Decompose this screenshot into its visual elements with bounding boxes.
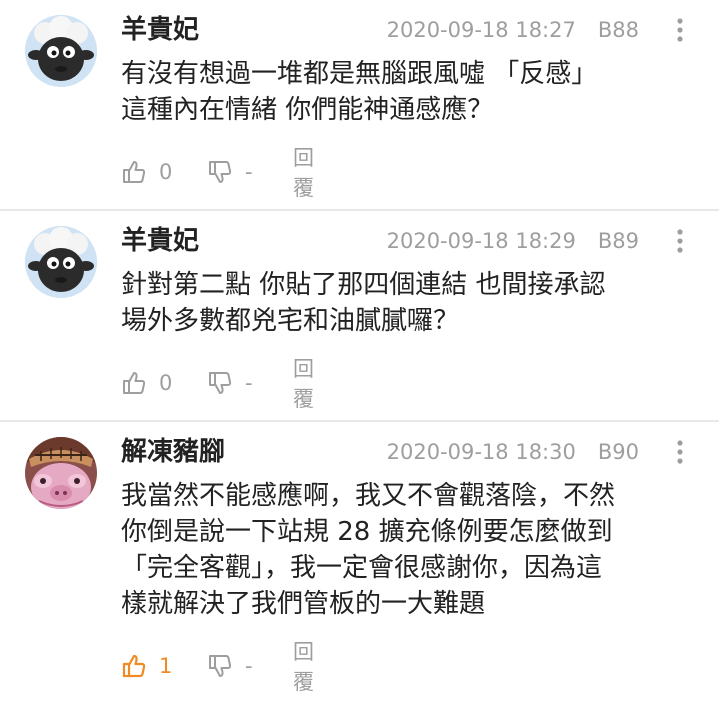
- floor-number: B90: [597, 440, 639, 464]
- comment-item: 解凍豬腳 2020-09-18 18:30 B90 我當然不能感應啊，我又不會觀落…: [0, 422, 719, 706]
- dislike-button[interactable]: -: [207, 156, 253, 188]
- dislike-count: -: [245, 160, 253, 184]
- reply-label: 回覆: [293, 357, 314, 411]
- floor-number: B89: [597, 229, 639, 253]
- like-count: 0: [159, 371, 173, 395]
- thumbs-up-icon: [121, 159, 147, 185]
- more-options-icon[interactable]: [675, 227, 685, 255]
- sheep-avatar[interactable]: [25, 15, 97, 87]
- comment-meta: 2020-09-18 18:29 B89: [387, 227, 639, 255]
- floor-number: B88: [597, 18, 639, 42]
- dislike-count: -: [245, 654, 253, 678]
- thumbs-down-icon: [207, 370, 233, 396]
- reply-button[interactable]: 回覆: [293, 640, 314, 694]
- thumbs-up-icon: [121, 370, 147, 396]
- more-options-icon[interactable]: [675, 438, 685, 466]
- thumbs-up-icon: [121, 653, 147, 679]
- username[interactable]: 解凍豬腳: [121, 435, 225, 469]
- comment-text: 針對第二點 你貼了那四個連結 也間接承認 場外多數都兇宅和油膩膩囉？: [121, 270, 606, 336]
- timestamp: 2020-09-18 18:30: [386, 440, 576, 464]
- comment-meta: 2020-09-18 18:27 B88: [387, 16, 639, 44]
- reply-button[interactable]: 回覆: [293, 357, 314, 411]
- reply-label: 回覆: [293, 640, 314, 694]
- comment-text: 有沒有想過一堆都是無腦跟風噓 「反感」 這種內在情緒 你們能神通感應？: [121, 59, 598, 125]
- more-options-icon[interactable]: [675, 16, 685, 44]
- username[interactable]: 羊貴妃: [121, 13, 199, 47]
- comment-meta: 2020-09-18 18:30 B90: [387, 438, 639, 466]
- comment-feed: 羊貴妃 2020-09-18 18:27 B88 有沒有想過一堆都是無腦跟風噓 「…: [0, 0, 719, 706]
- reply-button[interactable]: 回覆: [293, 146, 314, 200]
- dislike-button[interactable]: -: [207, 367, 253, 399]
- thumbs-down-icon: [207, 653, 233, 679]
- pig-character-avatar[interactable]: [25, 437, 97, 509]
- timestamp: 2020-09-18 18:27: [386, 18, 576, 42]
- like-button[interactable]: 1: [121, 650, 172, 682]
- comment-text: 我當然不能感應啊，我又不會觀落陰，不然 你倒是說一下站規 28 擴充條例要怎麼做…: [121, 481, 616, 619]
- username[interactable]: 羊貴妃: [121, 224, 199, 258]
- like-button[interactable]: 0: [121, 156, 172, 188]
- like-count: 0: [159, 160, 173, 184]
- thumbs-down-icon: [207, 159, 233, 185]
- sheep-avatar[interactable]: [25, 226, 97, 298]
- like-button[interactable]: 0: [121, 367, 172, 399]
- reply-label: 回覆: [293, 146, 314, 200]
- timestamp: 2020-09-18 18:29: [386, 229, 576, 253]
- comment-item: 羊貴妃 2020-09-18 18:27 B88 有沒有想過一堆都是無腦跟風噓 「…: [0, 0, 719, 211]
- comment-item: 羊貴妃 2020-09-18 18:29 B89 針對第二點 你貼了那四個連結 也…: [0, 211, 719, 422]
- dislike-count: -: [245, 371, 253, 395]
- like-count: 1: [159, 654, 173, 678]
- dislike-button[interactable]: -: [207, 650, 253, 682]
